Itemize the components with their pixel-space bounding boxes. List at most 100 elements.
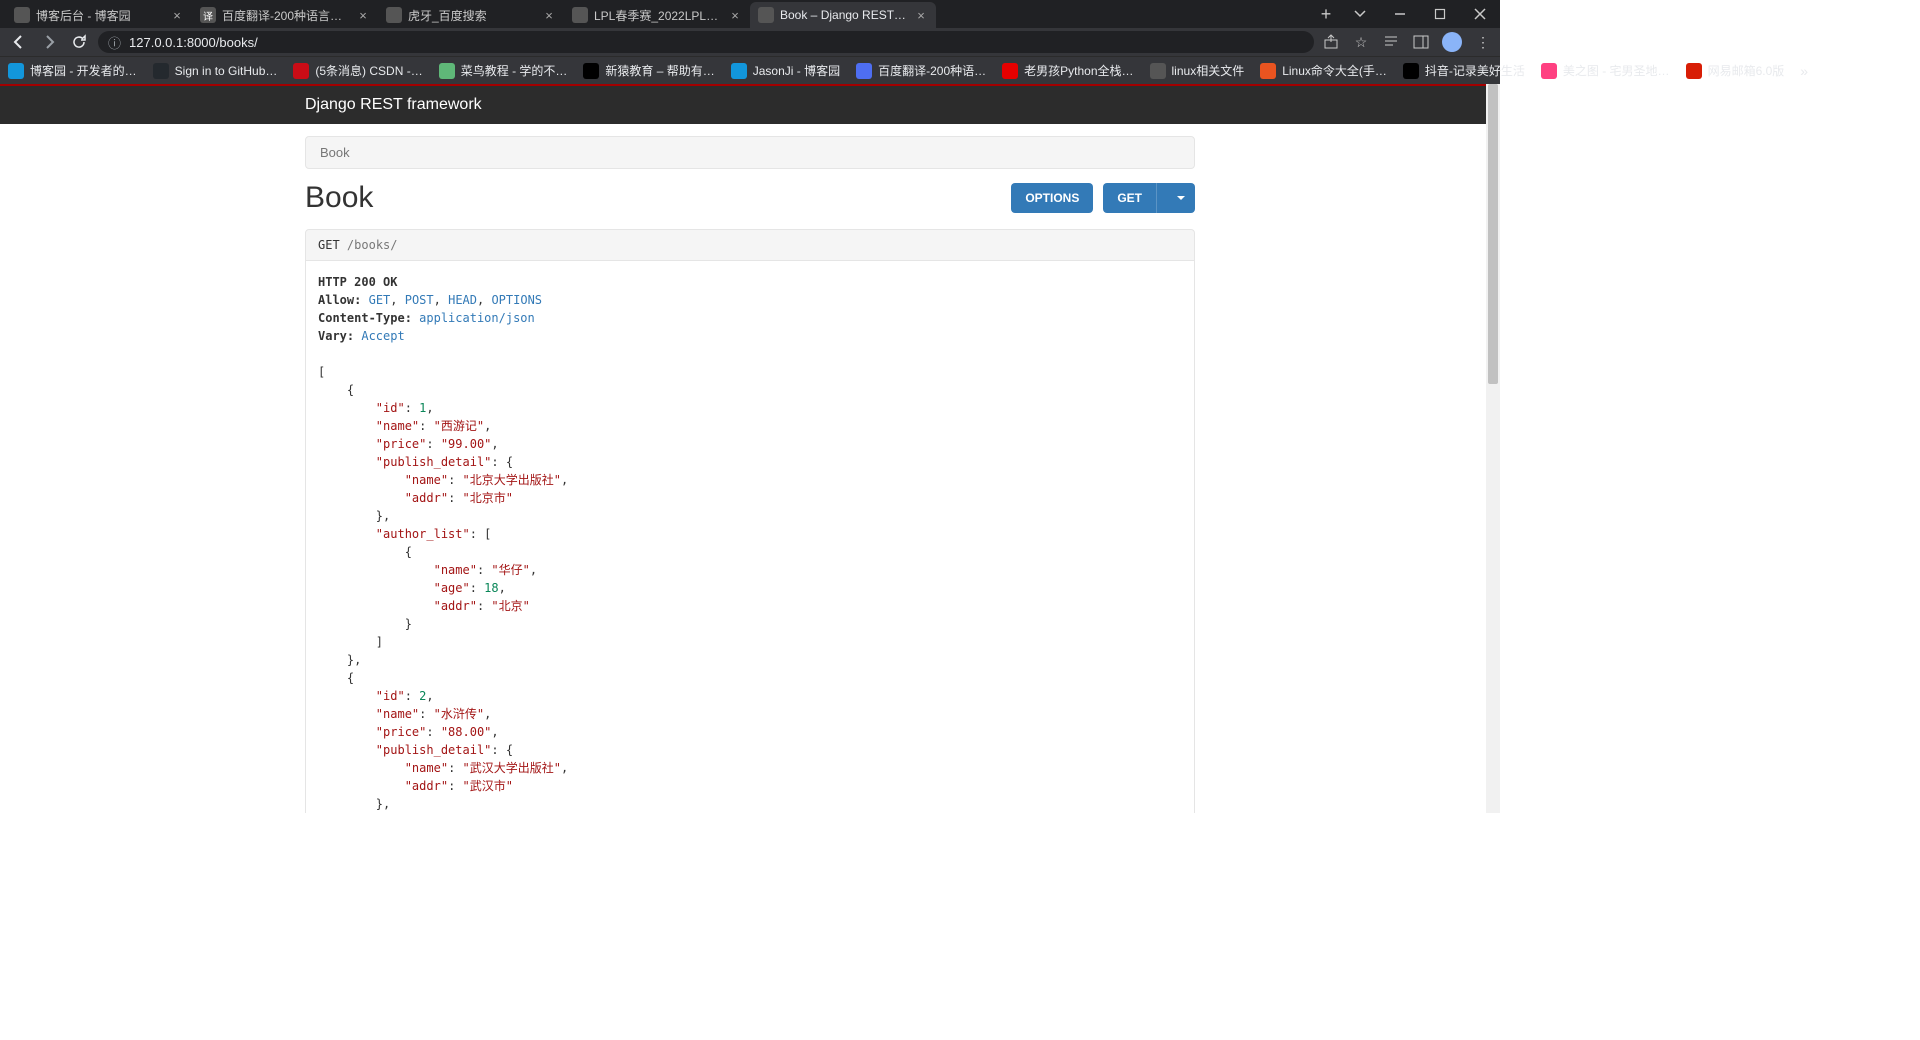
bookmark-item[interactable]: linux相关文件 (1150, 62, 1245, 79)
new-tab-button[interactable]: + (1312, 0, 1340, 28)
options-button[interactable]: OPTIONS (1011, 183, 1093, 213)
bookmark-item[interactable]: Sign in to GitHub… (153, 63, 278, 79)
tab-title: 百度翻译-200种语言互译、沟通… (222, 7, 350, 24)
bookmark-favicon-icon (583, 63, 599, 79)
bookmark-favicon-icon (1686, 63, 1702, 79)
drf-brand-link[interactable]: Django REST framework (305, 96, 482, 113)
bookmark-item[interactable]: 新猿教育 – 帮助有… (583, 62, 714, 79)
page-title: Book (305, 181, 373, 215)
browser-window: 博客后台 - 博客园 × 译 百度翻译-200种语言互译、沟通… × 虎牙_百度… (0, 0, 1500, 813)
bookmark-favicon-icon (153, 63, 169, 79)
bookmark-label: 新猿教育 – 帮助有… (605, 62, 714, 79)
tab-title: 虎牙_百度搜索 (408, 7, 536, 24)
browser-tab[interactable]: 虎牙_百度搜索 × (378, 2, 564, 28)
tab-favicon-icon: 译 (200, 7, 216, 23)
bookmark-favicon-icon (1260, 63, 1276, 79)
window-drop-icon[interactable] (1340, 0, 1380, 28)
bookmark-label: (5条消息) CSDN -… (315, 62, 422, 79)
bookmark-label: 菜鸟教程 - 学的不… (461, 62, 568, 79)
bookmark-item[interactable]: 美之图 - 宅男圣地… (1541, 62, 1670, 79)
tab-title: 博客后台 - 博客园 (36, 7, 164, 24)
bookmark-label: 网易邮箱6.0版 (1708, 62, 1785, 79)
bookmark-label: 抖音-记录美好生活 (1425, 62, 1525, 79)
maximize-button[interactable] (1420, 0, 1460, 28)
reading-list-icon[interactable] (1382, 33, 1400, 51)
bookmark-favicon-icon (1002, 63, 1018, 79)
bookmark-label: 百度翻译-200种语… (878, 62, 986, 79)
bookmark-label: 博客园 - 开发者的… (30, 62, 137, 79)
bookmark-favicon-icon (8, 63, 24, 79)
bookmark-label: Sign in to GitHub… (175, 64, 278, 78)
bookmark-item[interactable]: 抖音-记录美好生活 (1403, 62, 1525, 79)
response-block: HTTP 200 OK Allow: GET, POST, HEAD, OPTI… (305, 261, 1195, 813)
get-button-label: GET (1103, 183, 1157, 213)
get-dropdown-caret[interactable] (1167, 188, 1195, 208)
browser-menu-icon[interactable]: ⋮ (1474, 33, 1492, 51)
close-window-button[interactable] (1460, 0, 1500, 28)
tab-close-icon[interactable]: × (356, 8, 370, 22)
reload-button[interactable] (68, 31, 90, 53)
site-info-icon[interactable]: ⓘ (108, 33, 121, 52)
breadcrumb-item[interactable]: Book (320, 145, 350, 160)
side-panel-icon[interactable] (1412, 33, 1430, 51)
bookmark-item[interactable]: 博客园 - 开发者的… (8, 62, 137, 79)
minimize-button[interactable] (1380, 0, 1420, 28)
chevron-down-icon (1177, 196, 1185, 200)
drf-navbar: Django REST framework (0, 86, 1500, 124)
tab-close-icon[interactable]: × (170, 8, 184, 22)
bookmark-favicon-icon (1150, 63, 1166, 79)
tab-close-icon[interactable]: × (728, 8, 742, 22)
bookmark-item[interactable]: (5条消息) CSDN -… (293, 62, 422, 79)
tab-title: LPL春季赛_2022LPL职业联赛视… (594, 7, 722, 24)
bookmark-item[interactable]: Linux命令大全(手… (1260, 62, 1387, 79)
tab-favicon-icon (758, 7, 774, 23)
bookmark-favicon-icon (293, 63, 309, 79)
tab-close-icon[interactable]: × (542, 8, 556, 22)
action-buttons: OPTIONS GET (1011, 183, 1195, 213)
bookmark-item[interactable]: JasonJi - 博客园 (731, 62, 840, 79)
request-line: GET /books/ (305, 229, 1195, 261)
url-text: 127.0.0.1:8000/books/ (129, 35, 258, 50)
get-button[interactable]: GET (1103, 183, 1195, 213)
forward-button[interactable] (38, 31, 60, 53)
bookmark-label: 老男孩Python全栈… (1024, 62, 1133, 79)
bookmark-label: Linux命令大全(手… (1282, 62, 1387, 79)
breadcrumb: Book (305, 136, 1195, 169)
bookmarks-overflow-icon[interactable]: » (1800, 63, 1808, 79)
bookmark-item[interactable]: 百度翻译-200种语… (856, 62, 986, 79)
titlebar: 博客后台 - 博客园 × 译 百度翻译-200种语言互译、沟通… × 虎牙_百度… (0, 0, 1500, 28)
vertical-scrollbar[interactable] (1486, 84, 1500, 813)
bookmark-favicon-icon (439, 63, 455, 79)
request-method: GET (318, 238, 340, 252)
bookmark-favicon-icon (856, 63, 872, 79)
bookmarks-bar: 博客园 - 开发者的… Sign in to GitHub… (5条消息) CSDN… (0, 56, 1500, 84)
browser-tab[interactable]: LPL春季赛_2022LPL职业联赛视… × (564, 2, 750, 28)
bookmark-item[interactable]: 网易邮箱6.0版 (1686, 62, 1785, 79)
profile-avatar-icon[interactable] (1442, 32, 1462, 52)
bookmark-item[interactable]: 菜鸟教程 - 学的不… (439, 62, 568, 79)
tab-favicon-icon (14, 7, 30, 23)
share-icon[interactable] (1322, 33, 1340, 51)
bookmark-item[interactable]: 老男孩Python全栈… (1002, 62, 1133, 79)
bookmark-favicon-icon (731, 63, 747, 79)
browser-tab[interactable]: 博客后台 - 博客园 × (6, 2, 192, 28)
tab-close-icon[interactable]: × (914, 8, 928, 22)
bookmark-favicon-icon (1541, 63, 1557, 79)
address-bar: ⓘ 127.0.0.1:8000/books/ ☆ ⋮ (0, 28, 1500, 56)
request-path: /books/ (347, 238, 398, 252)
response-body: HTTP 200 OK Allow: GET, POST, HEAD, OPTI… (318, 273, 1182, 813)
browser-tab[interactable]: Book – Django REST framewor… × (750, 2, 936, 28)
tabs-strip: 博客后台 - 博客园 × 译 百度翻译-200种语言互译、沟通… × 虎牙_百度… (0, 0, 1312, 28)
bookmark-star-icon[interactable]: ☆ (1352, 33, 1370, 51)
tab-favicon-icon (386, 7, 402, 23)
page-content: Django REST framework Book Book OPTIONS … (0, 84, 1500, 813)
bookmark-label: linux相关文件 (1172, 62, 1245, 79)
scrollbar-thumb[interactable] (1488, 84, 1498, 384)
tab-title: Book – Django REST framewor… (780, 8, 908, 22)
browser-tab[interactable]: 译 百度翻译-200种语言互译、沟通… × (192, 2, 378, 28)
back-button[interactable] (8, 31, 30, 53)
url-field[interactable]: ⓘ 127.0.0.1:8000/books/ (98, 31, 1314, 53)
tab-favicon-icon (572, 7, 588, 23)
bookmark-label: JasonJi - 博客园 (753, 62, 840, 79)
bookmark-label: 美之图 - 宅男圣地… (1563, 62, 1670, 79)
